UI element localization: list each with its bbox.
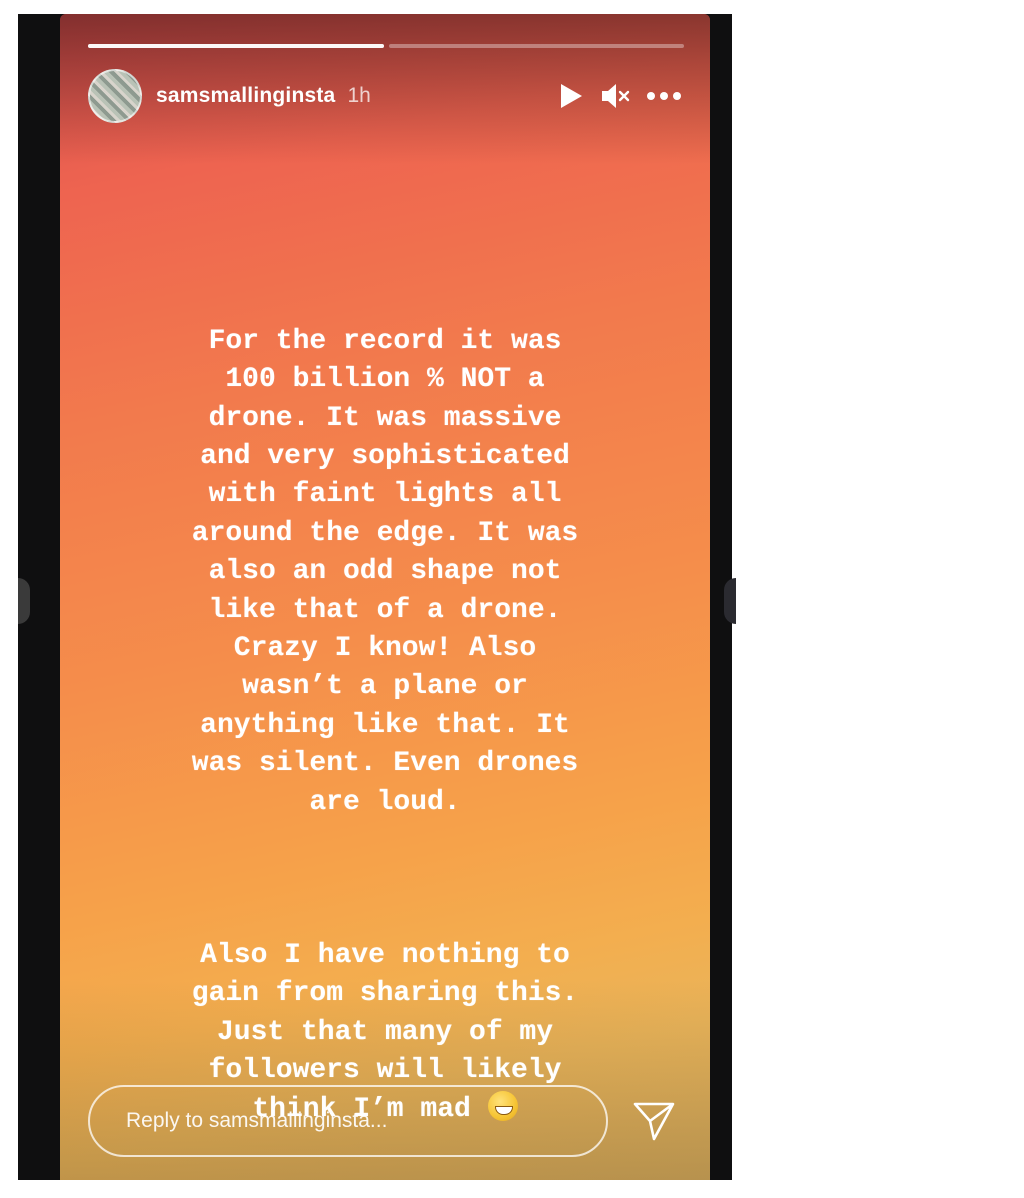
story-text: For the record it was 100 billion % NOT …: [120, 246, 650, 1180]
story-header: samsmallinginsta 1h: [88, 66, 682, 126]
play-icon[interactable]: [558, 82, 584, 110]
progress-segment-1: [88, 44, 384, 48]
reply-input[interactable]: Reply to samsmallinginsta...: [88, 1085, 608, 1157]
story-paragraph-1: For the record it was 100 billion % NOT …: [191, 325, 579, 818]
story-controls: [558, 82, 682, 110]
story-card[interactable]: samsmallinginsta 1h For the record it wa…: [60, 14, 710, 1180]
next-story-button[interactable]: [724, 578, 736, 624]
reply-placeholder: Reply to samsmallinginsta...: [126, 1109, 388, 1132]
reply-bar: Reply to samsmallinginsta...: [88, 1084, 682, 1158]
post-time: 1h: [347, 84, 371, 107]
previous-story-button[interactable]: [18, 578, 30, 624]
mute-icon[interactable]: [600, 82, 630, 110]
more-options-icon[interactable]: [646, 91, 682, 101]
avatar[interactable]: [88, 69, 142, 123]
username[interactable]: samsmallinginsta: [156, 84, 335, 108]
send-icon[interactable]: [630, 1097, 678, 1145]
story-progress: [88, 44, 684, 48]
progress-fill-1: [88, 44, 384, 48]
progress-segment-2: [388, 44, 684, 48]
